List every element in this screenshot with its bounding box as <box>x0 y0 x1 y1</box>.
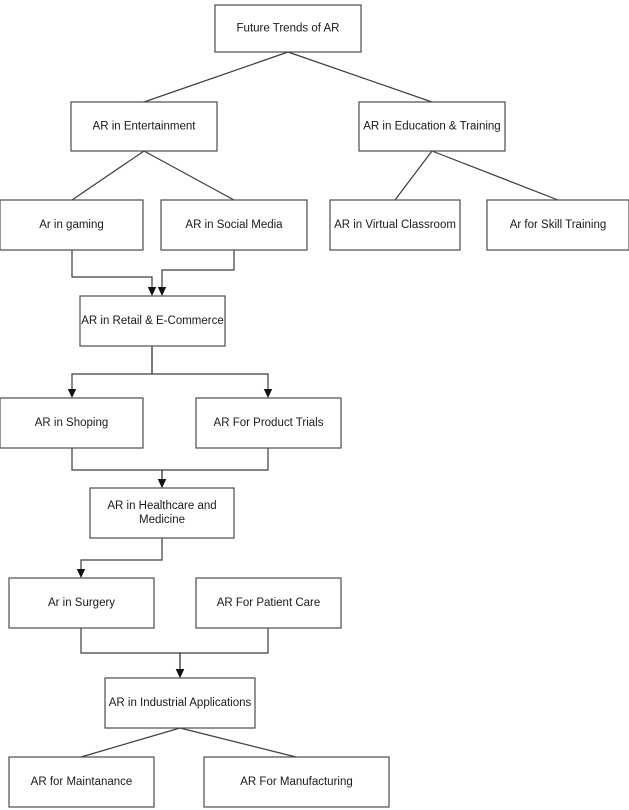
arrow-head-icon <box>263 389 273 398</box>
node-surgery[interactable]: Ar in Surgery <box>8 577 155 629</box>
edge-shopping-to-healthcare <box>71 448 167 488</box>
edge-path <box>71 250 153 289</box>
flowchart-canvas: Future Trends of AR AR in Entertainment AR… <box>0 0 629 810</box>
node-shopping[interactable]: AR in Shoping <box>0 397 144 449</box>
node-product-trials[interactable]: AR For Product Trials <box>195 397 342 449</box>
node-label: AR For Manufacturing <box>240 776 353 788</box>
node-label-line: Medicine <box>139 514 185 526</box>
edge-healthcare-to-surgery <box>76 538 163 578</box>
node-label: AR in Virtual Classroom <box>334 219 456 231</box>
node-root[interactable]: Future Trends of AR <box>214 4 362 53</box>
node-box[interactable] <box>89 487 235 539</box>
node-label: AR in Entertainment <box>93 121 197 133</box>
node-label-line: AR in Virtual Classroom <box>334 219 456 231</box>
edge-education-to-skill-training <box>431 150 559 201</box>
edge-entertainment-to-social <box>143 150 235 201</box>
flowchart-svg: Future Trends of AR AR in Entertainment AR… <box>0 4 629 808</box>
edge-root-to-education <box>287 51 433 103</box>
node-label-line: AR in Education & Training <box>363 121 500 133</box>
node-label: AR For Product Trials <box>214 417 324 429</box>
arrow-head-icon <box>147 287 157 296</box>
node-label-line: AR in Social Media <box>185 219 283 231</box>
edge-patient-care-to-industrial <box>175 628 269 678</box>
edge-path <box>80 727 181 758</box>
node-label: AR For Patient Care <box>217 597 321 609</box>
edge-path <box>143 150 235 201</box>
edge-gaming-to-retail <box>71 250 157 296</box>
arrow-head-icon <box>67 389 77 398</box>
node-skill-training[interactable]: Ar for Skill Training <box>486 199 629 251</box>
edge-path <box>80 538 163 571</box>
arrow-head-icon <box>157 287 167 296</box>
node-label: AR for Maintanance <box>31 776 133 788</box>
node-label-line: AR in Industrial Applications <box>109 697 252 709</box>
node-label-line: AR in Healthcare and <box>107 500 216 512</box>
node-layer: Future Trends of AR AR in Entertainment AR… <box>0 4 629 808</box>
node-label-line: Ar in gaming <box>39 219 104 231</box>
node-label-line: Ar for Skill Training <box>510 219 607 231</box>
edge-social-to-retail <box>157 250 235 296</box>
node-industrial[interactable]: AR in Industrial Applications <box>104 677 256 729</box>
node-label: Ar in gaming <box>39 219 104 231</box>
node-gaming[interactable]: Ar in gaming <box>0 199 144 251</box>
node-label-line: AR For Manufacturing <box>240 776 353 788</box>
node-label-line: AR in Entertainment <box>93 121 197 133</box>
node-maintenance[interactable]: AR for Maintanance <box>8 756 155 808</box>
node-healthcare[interactable]: AR in Healthcare and Medicine <box>89 487 235 539</box>
edge-education-to-virtual-classroom <box>394 150 433 201</box>
node-label: Future Trends of AR <box>237 23 340 35</box>
arrow-head-icon <box>76 569 86 578</box>
edge-path <box>431 150 559 201</box>
arrow-head-icon <box>157 479 167 488</box>
edge-industrial-to-manufacturing <box>179 727 297 758</box>
node-label: AR in Education & Training <box>363 121 500 133</box>
edge-entertainment-to-gaming <box>71 150 145 201</box>
node-label-line: Future Trends of AR <box>237 23 340 35</box>
node-label-line: AR in Retail & E-Commerce <box>81 315 224 327</box>
edge-path <box>179 727 297 758</box>
node-manufacturing[interactable]: AR For Manufacturing <box>203 756 390 808</box>
node-label: AR in Social Media <box>185 219 283 231</box>
edge-path <box>179 628 269 671</box>
edge-path <box>161 250 235 289</box>
edge-root-to-entertainment <box>143 51 289 103</box>
edge-path <box>161 448 269 481</box>
node-education[interactable]: AR in Education & Training <box>358 101 506 152</box>
node-label-line: AR in Shoping <box>35 417 109 429</box>
edge-path <box>151 346 269 391</box>
node-label: Ar for Skill Training <box>510 219 607 231</box>
node-entertainment[interactable]: AR in Entertainment <box>70 101 218 152</box>
edge-product-trials-to-healthcare <box>157 448 269 488</box>
arrow-head-icon <box>175 669 185 678</box>
edge-path <box>71 150 145 201</box>
edge-path <box>71 346 153 391</box>
edge-retail-to-shopping <box>67 346 153 398</box>
node-virtual-classroom[interactable]: AR in Virtual Classroom <box>329 199 461 251</box>
edge-retail-to-product-trials <box>151 346 273 398</box>
edge-industrial-to-maintenance <box>80 727 181 758</box>
node-label-line: AR For Product Trials <box>214 417 324 429</box>
node-label-line: AR for Maintanance <box>31 776 133 788</box>
node-label: AR in Industrial Applications <box>109 697 252 709</box>
edge-path <box>143 51 289 103</box>
node-label-line: AR For Patient Care <box>217 597 321 609</box>
node-label-line: Ar in Surgery <box>48 597 115 609</box>
node-social[interactable]: AR in Social Media <box>160 199 308 251</box>
edge-path <box>394 150 433 201</box>
node-label: AR in Retail & E-Commerce <box>81 315 224 327</box>
edge-path <box>80 628 181 671</box>
edge-path <box>71 448 163 481</box>
node-label: Ar in Surgery <box>48 597 115 609</box>
node-label: AR in Shoping <box>35 417 109 429</box>
edge-surgery-to-industrial <box>80 628 185 678</box>
edge-path <box>287 51 433 103</box>
node-retail[interactable]: AR in Retail & E-Commerce <box>79 295 226 347</box>
node-patient-care[interactable]: AR For Patient Care <box>195 577 342 629</box>
